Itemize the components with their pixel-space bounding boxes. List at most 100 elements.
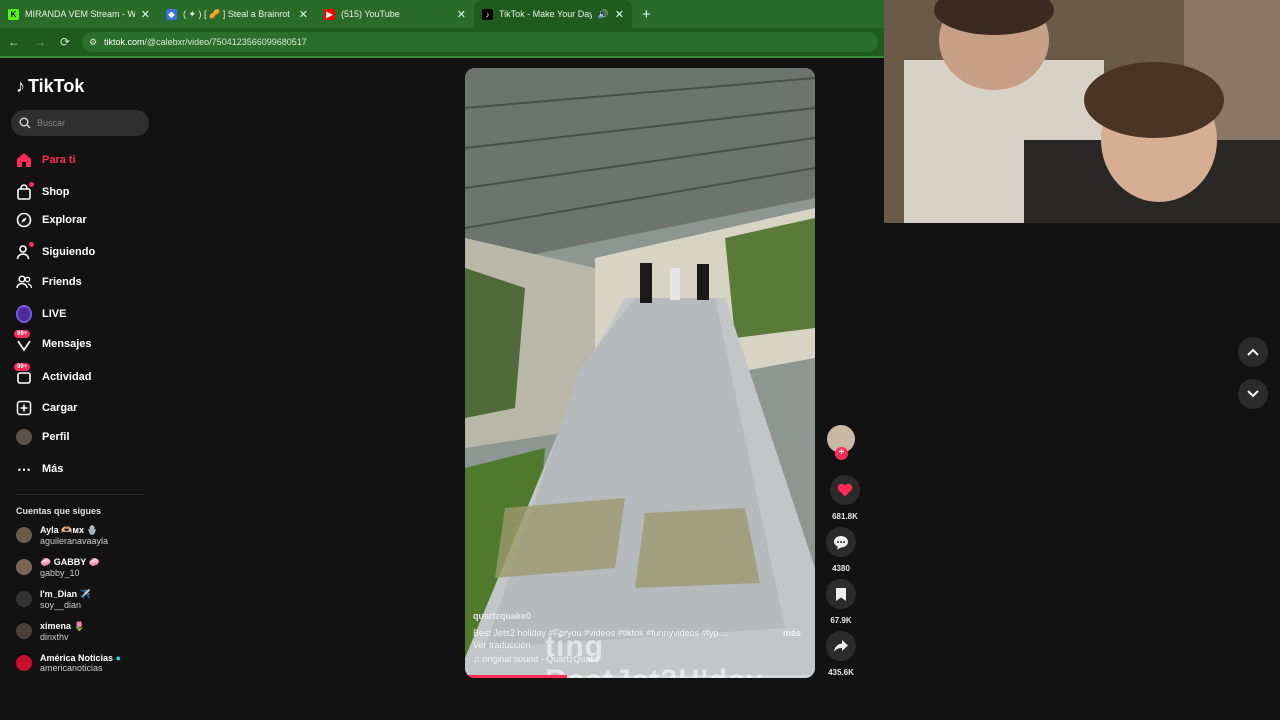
video-frame [465,68,815,678]
search-input[interactable]: Buscar [11,110,149,136]
tab-title: TikTok - Make Your Day [499,9,592,19]
share-icon [826,631,856,661]
comment-button[interactable]: 4380 [822,527,860,573]
avatar [16,591,32,607]
nav-label: Perfil [42,431,70,443]
tab-kick[interactable]: K MIRANDA VEM Stream - Watch ✕ [0,0,158,28]
youtube-icon: ▶ [324,8,335,20]
following-icon [16,242,34,260]
following-item[interactable]: América Noticias ● americanoticias [16,650,156,676]
account-name: ximena 🌷 [40,620,85,631]
following-item[interactable]: Ayla 🫶🏼ᴍx 🪬 aguileranavaayla [16,522,156,548]
compass-icon [16,212,32,228]
share-button[interactable]: 435.6K [822,631,860,677]
url-bar[interactable]: ⚙ tiktok.com /@calebxr/video/75041235660… [82,32,878,52]
video-username[interactable]: quartzquake0 [473,611,531,621]
sidebar: ♪ TikTok Buscar Para ti Shop Explorar Si… [0,58,160,720]
music-icon: ♫ [473,654,483,664]
nav-cargar[interactable]: Cargar [16,398,156,418]
following-title: Cuentas que sigues [16,506,102,516]
nav-label: LIVE [42,308,67,320]
bookmark-icon [826,579,856,609]
nav-para-ti[interactable]: Para ti [16,150,156,170]
tab-youtube[interactable]: ▶ (515) YouTube ✕ [316,0,474,28]
tab-title: MIRANDA VEM Stream - Watch [25,9,135,19]
tab-roblox[interactable]: ◆ ( ✦ ) [ 🥜 ] Steal a Brainrot - Roblox … [158,0,316,28]
following-item[interactable]: ximena 🌷 dinxthv [16,618,156,644]
nav-label: Actividad [42,371,92,383]
previous-video-button[interactable] [1238,337,1268,367]
roblox-icon: ◆ [166,8,177,20]
nav-label: Cargar [42,402,78,414]
search-icon [19,117,31,129]
nav-shop[interactable]: Shop [16,182,156,202]
logo-text: TikTok [28,76,85,96]
like-button[interactable]: 681.8K [826,475,864,521]
nav-perfil[interactable]: Perfil [16,427,156,447]
progress-fill [465,675,567,678]
nav-siguiendo[interactable]: Siguiendo [16,242,156,262]
nav-live[interactable]: LIVE [16,304,156,324]
account-handle: aguileranavaayla [40,535,109,546]
avatar [16,623,32,639]
forward-icon[interactable]: → [34,35,46,49]
speaker-icon[interactable]: 🔊 [598,9,609,20]
back-icon[interactable]: ← [8,35,20,49]
sound-name: original sound - QuartzQuake [482,654,600,664]
following-item[interactable]: 🧼 GABBY 🧼 gabby_10 [16,554,156,580]
nav-mas[interactable]: ⋯ Más [16,459,156,479]
live-icon [16,305,32,323]
nav-explorar[interactable]: Explorar [16,210,156,230]
avatar [16,655,32,671]
close-tab-icon[interactable]: ✕ [457,8,466,21]
address-bar-row: ← → ⟳ ⚙ tiktok.com /@calebxr/video/75041… [0,28,884,56]
reload-icon[interactable]: ⟳ [60,35,70,49]
video-caption: Best Jets2 holiday #Foryou #videos #tikt… [473,628,729,638]
avatar [16,527,32,543]
tiktok-icon: ♪ [482,8,493,20]
account-name: 🧼 GABBY 🧼 [40,556,100,567]
account-handle: soy__dian [40,599,82,610]
more-icon: ⋯ [17,460,31,477]
video-progress-bar[interactable] [465,675,815,678]
close-tab-icon[interactable]: ✕ [141,8,150,21]
nav-label: Siguiendo [42,246,96,258]
nav-friends[interactable]: Friends [16,272,156,292]
account-name: I'm_Dian ✈️ [40,588,91,599]
site-info-icon[interactable]: ⚙ [89,37,97,48]
url-host: tiktok.com [104,37,145,47]
follow-plus-icon[interactable]: + [835,447,848,460]
nav-actividad[interactable]: 99+ Actividad [14,363,156,387]
like-count: 681.8K [832,512,858,521]
next-video-button[interactable] [1238,379,1268,409]
nav-label: Más [42,463,64,475]
comment-icon [826,527,856,557]
save-button[interactable]: 67.9K [822,579,860,625]
notification-dot [29,182,34,187]
following-item[interactable]: I'm_Dian ✈️ soy__dian [16,586,156,612]
tiktok-note-icon: ♪ [16,76,25,96]
messages-icon: 99+ [14,330,32,352]
webcam-image [884,0,1280,223]
notification-dot [29,242,34,247]
save-count: 67.9K [830,616,852,625]
webcam-overlay [884,0,1280,223]
nav-mensajes[interactable]: 99+ Mensajes [14,330,156,354]
video-player[interactable]: ting BestJet2H'day quartzquake0 Best Jet… [465,68,815,678]
tab-tiktok[interactable]: ♪ TikTok - Make Your Day 🔊 ✕ [474,0,632,28]
account-handle: gabby_10 [40,567,80,578]
sound-link[interactable]: ♫ original sound - QuartzQuake [473,654,600,664]
nav-label: Explorar [42,214,87,226]
translate-link[interactable]: Ver traducción [473,640,531,650]
close-tab-icon[interactable]: ✕ [299,8,308,21]
new-tab-button[interactable]: + [642,6,651,23]
more-link[interactable]: más [783,628,801,638]
url-path: /@calebxr/video/7504123566099680517 [144,37,307,47]
tab-title: (515) YouTube [341,9,400,19]
creator-avatar[interactable]: + [827,425,855,460]
close-tab-icon[interactable]: ✕ [615,8,624,21]
tiktok-logo[interactable]: ♪ TikTok [16,76,84,97]
nav-label: Shop [42,186,70,198]
account-handle: dinxthv [40,631,69,642]
kick-icon: K [8,8,19,20]
